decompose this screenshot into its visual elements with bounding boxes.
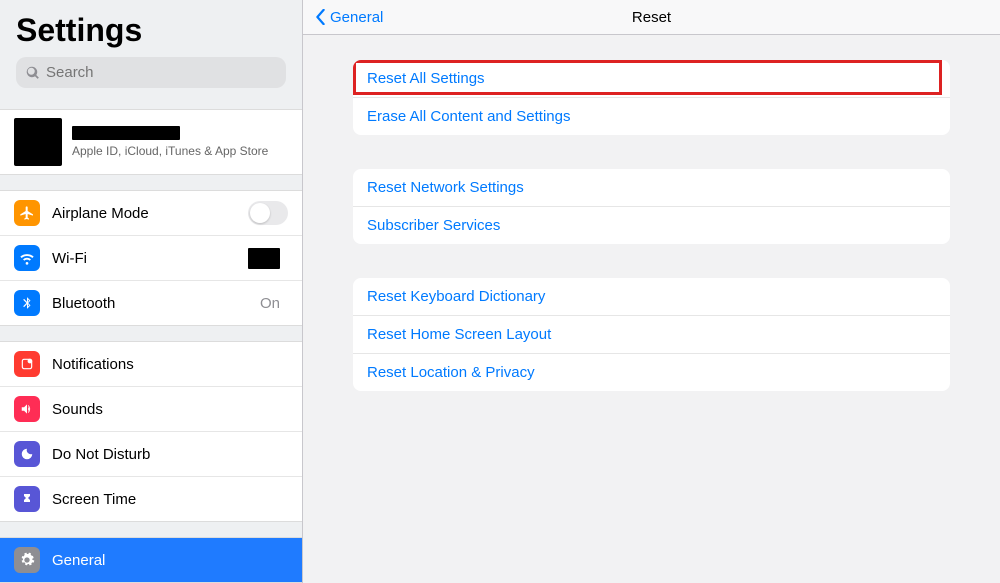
sidebar-item-label: Screen Time <box>52 491 288 508</box>
detail-pane: General Reset Reset All Settings Erase A… <box>303 0 1000 583</box>
sidebar-item-screentime[interactable]: Screen Time <box>0 476 302 521</box>
sidebar-group-alerts: Notifications Sounds Do Not Disturb Scre… <box>0 341 302 522</box>
sidebar: Settings Apple ID, iCloud, iTunes & App … <box>0 0 303 583</box>
reset-group-2: Reset Network Settings Subscriber Servic… <box>353 169 950 244</box>
airplane-icon <box>14 200 40 226</box>
reset-keyboard-dictionary[interactable]: Reset Keyboard Dictionary <box>353 278 950 315</box>
sidebar-item-bluetooth[interactable]: Bluetooth On <box>0 280 302 325</box>
account-avatar <box>14 118 62 166</box>
sounds-icon <box>14 396 40 422</box>
erase-all-content[interactable]: Erase All Content and Settings <box>353 97 950 135</box>
sidebar-item-general[interactable]: General <box>0 538 302 582</box>
search-icon <box>26 66 40 80</box>
gear-icon <box>14 547 40 573</box>
search-input[interactable] <box>46 64 276 81</box>
sidebar-item-dnd[interactable]: Do Not Disturb <box>0 431 302 476</box>
reset-network-settings[interactable]: Reset Network Settings <box>353 169 950 206</box>
sidebar-item-label: Bluetooth <box>52 295 260 312</box>
reset-location-privacy[interactable]: Reset Location & Privacy <box>353 353 950 391</box>
account-section[interactable]: Apple ID, iCloud, iTunes & App Store <box>0 109 302 175</box>
sidebar-item-label: Airplane Mode <box>52 205 248 222</box>
reset-content: Reset All Settings Erase All Content and… <box>303 35 1000 583</box>
sidebar-item-label: Wi-Fi <box>52 250 248 267</box>
reset-all-settings[interactable]: Reset All Settings <box>353 60 950 97</box>
moon-icon <box>14 441 40 467</box>
sidebar-group-system: General <box>0 537 302 583</box>
search-field[interactable] <box>16 57 286 88</box>
reset-group-3: Reset Keyboard Dictionary Reset Home Scr… <box>353 278 950 391</box>
nav-title: Reset <box>303 9 1000 26</box>
bluetooth-value: On <box>260 295 280 312</box>
sidebar-group-connectivity: Airplane Mode Wi-Fi Bluetooth On <box>0 190 302 326</box>
nav-bar: General Reset <box>303 0 1000 35</box>
account-name-redacted <box>72 126 180 140</box>
sidebar-title: Settings <box>16 12 286 49</box>
airplane-toggle[interactable] <box>248 201 288 225</box>
sidebar-item-label: Do Not Disturb <box>52 446 288 463</box>
sidebar-item-label: General <box>52 552 288 569</box>
sidebar-item-notifications[interactable]: Notifications <box>0 342 302 386</box>
chevron-left-icon <box>315 9 326 25</box>
bluetooth-icon <box>14 290 40 316</box>
sidebar-item-label: Sounds <box>52 401 288 418</box>
reset-group-1: Reset All Settings Erase All Content and… <box>353 60 950 135</box>
hourglass-icon <box>14 486 40 512</box>
account-sub: Apple ID, iCloud, iTunes & App Store <box>72 144 268 158</box>
sidebar-item-airplane[interactable]: Airplane Mode <box>0 191 302 235</box>
sidebar-item-wifi[interactable]: Wi-Fi <box>0 235 302 280</box>
notifications-icon <box>14 351 40 377</box>
wifi-icon <box>14 245 40 271</box>
reset-home-screen-layout[interactable]: Reset Home Screen Layout <box>353 315 950 353</box>
sidebar-item-sounds[interactable]: Sounds <box>0 386 302 431</box>
subscriber-services[interactable]: Subscriber Services <box>353 206 950 244</box>
sidebar-item-label: Notifications <box>52 356 288 373</box>
back-button[interactable]: General <box>315 9 383 26</box>
sidebar-header: Settings <box>0 0 302 94</box>
back-label: General <box>330 9 383 26</box>
wifi-value-redacted <box>248 248 280 269</box>
